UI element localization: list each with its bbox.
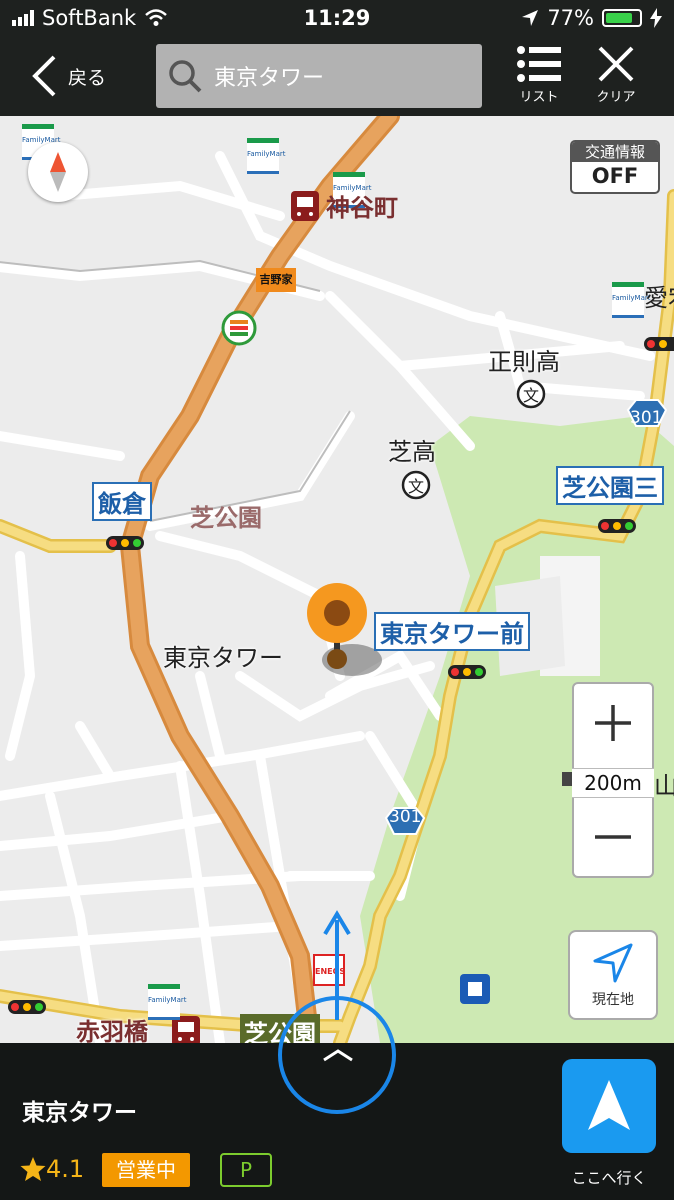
clear-button[interactable]: クリア (586, 44, 646, 112)
list-icon (517, 46, 561, 82)
minus-icon (595, 835, 631, 839)
yoshinoya-logo: 吉野家 (256, 268, 296, 292)
go-here-button[interactable] (562, 1059, 656, 1153)
map-view[interactable]: 文 文 FamilyMart FamilyMart FamilyMart Fam… (0, 116, 674, 1043)
list-label: リスト (519, 90, 559, 105)
familymart-logo: FamilyMart (612, 282, 650, 318)
clear-label: クリア (596, 90, 636, 105)
navigation-arrow-icon (588, 1080, 630, 1130)
search-input[interactable] (212, 62, 456, 90)
sheet-drag-handle[interactable] (278, 996, 396, 1114)
navigation-arrow-icon (593, 943, 633, 983)
map-scale: 200m (572, 768, 654, 798)
chevron-up-icon (323, 1049, 353, 1062)
search-field[interactable] (156, 44, 482, 108)
route-301-shield: 301 (389, 807, 422, 827)
compass-icon (50, 152, 66, 192)
go-here-label: ここへ行く (571, 1169, 647, 1187)
place-rating: 4.1 (20, 1155, 84, 1183)
search-icon (169, 60, 202, 93)
map-base: 文 文 (0, 116, 674, 1043)
map-label-shiba-high: 芝高 (388, 438, 436, 466)
map-label-iikura: 飯倉 (92, 482, 152, 521)
nav-bar: 戻る リスト クリア (0, 36, 674, 116)
svg-text:文: 文 (523, 386, 539, 405)
zoom-out-button[interactable] (574, 798, 652, 876)
status-bar: SoftBank 11:29 77% (0, 0, 674, 36)
chevron-left-icon (32, 55, 56, 97)
route-301-shield: 301 (630, 408, 663, 428)
map-label-atago: 愛宕 (644, 284, 674, 312)
map-label-tokyo-tower-mae: 東京タワー前 (374, 612, 530, 651)
plus-icon (595, 705, 631, 741)
back-button[interactable]: 戻る (30, 50, 106, 102)
traffic-info-value: OFF (591, 164, 639, 188)
charging-bolt-icon (650, 8, 662, 28)
map-label-seisoku: 正則高 (488, 348, 560, 376)
traffic-info-title: 交通情報 (572, 142, 658, 162)
battery-icon (602, 9, 642, 27)
place-name: 東京タワー (22, 1100, 137, 1126)
zoom-in-button[interactable] (574, 684, 652, 762)
location-arrow-icon (522, 10, 539, 26)
compass-button[interactable] (28, 142, 88, 202)
traffic-info-toggle[interactable]: 交通情報 OFF (570, 140, 660, 194)
battery-percent: 77% (547, 6, 594, 30)
list-button[interactable]: リスト (509, 44, 569, 112)
close-icon (598, 46, 634, 82)
familymart-logo: FamilyMart (148, 984, 186, 1020)
svg-text:文: 文 (408, 477, 424, 496)
map-label-akabanebashi: 赤羽橋 (76, 1018, 148, 1043)
parking-badge: P (220, 1153, 272, 1187)
map-label-yama: 山 (654, 772, 674, 800)
current-location-label: 現在地 (592, 992, 634, 1008)
current-location-button[interactable]: 現在地 (568, 930, 658, 1020)
star-icon (20, 1157, 46, 1181)
rating-value: 4.1 (46, 1155, 85, 1183)
back-label: 戻る (68, 66, 107, 89)
zoom-control: 200m (572, 682, 654, 878)
familymart-logo: FamilyMart (247, 138, 285, 174)
map-label-tokyo-tower: 東京タワー (163, 644, 283, 672)
status-right: 77% (521, 6, 662, 30)
map-label-shibakoen: 芝公園 (190, 504, 262, 532)
map-label-kamiyacho: 神谷町 (326, 194, 398, 222)
map-label-shibakoen3: 芝公園三 (556, 466, 664, 505)
open-status-badge: 営業中 (102, 1153, 190, 1187)
